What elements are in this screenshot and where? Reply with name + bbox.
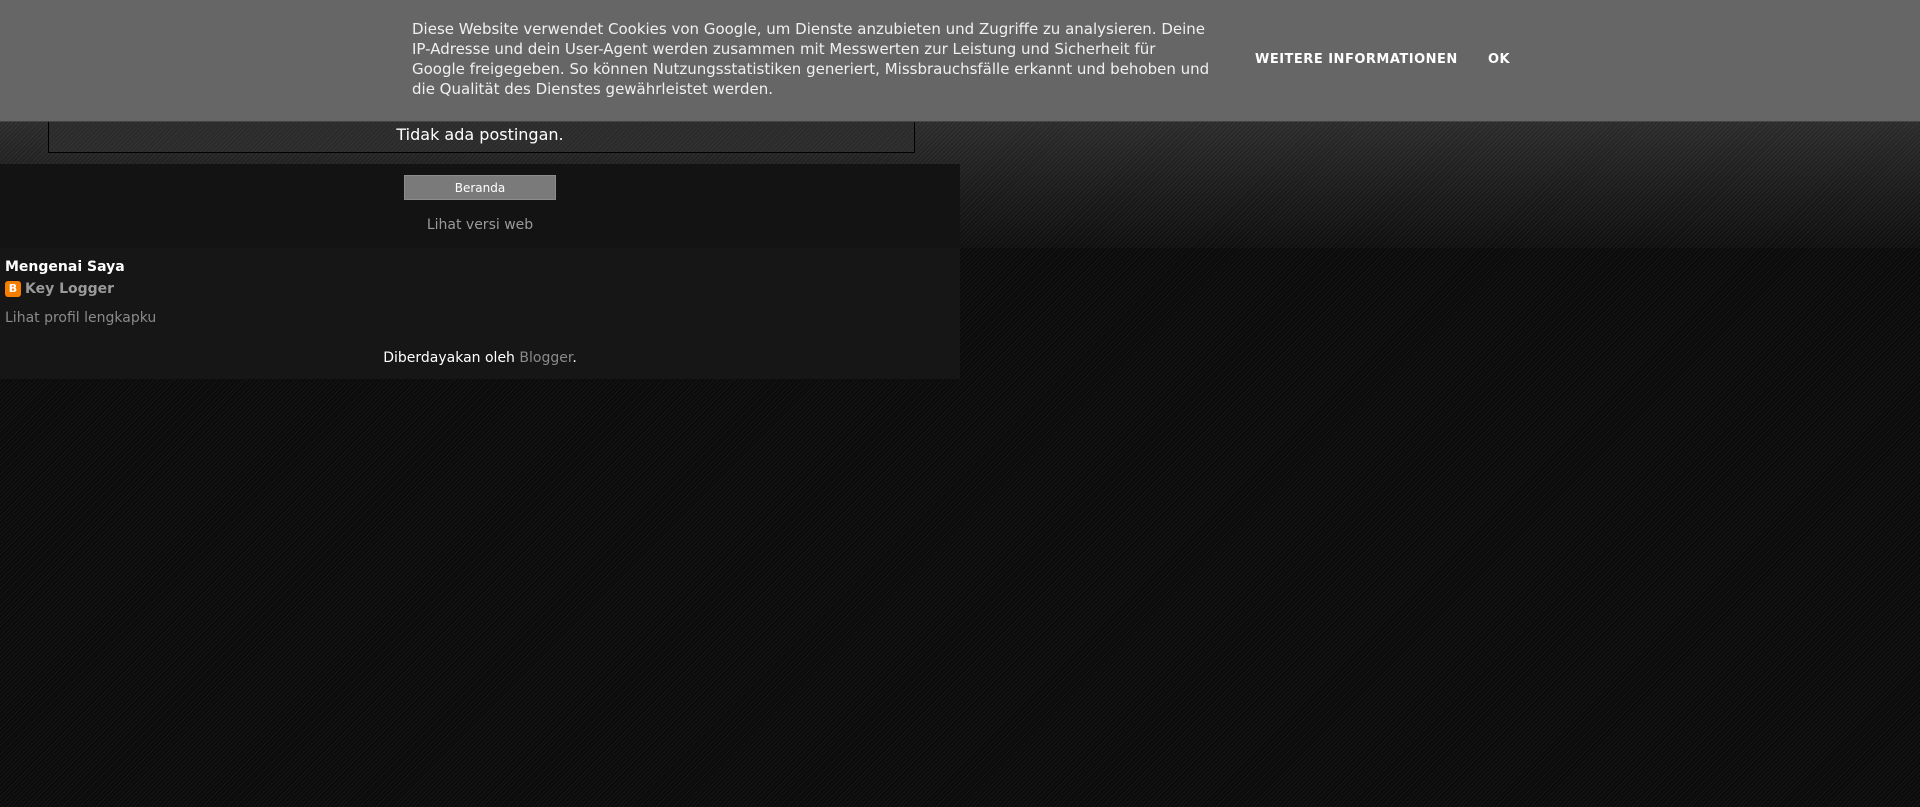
full-profile-link[interactable]: Lihat profil lengkapku — [5, 310, 156, 326]
cookie-notice-text: Diese Website verwendet Cookies von Goog… — [412, 20, 1210, 98]
profile-name-row: B Key Logger — [5, 281, 114, 297]
more-info-button[interactable]: WEITERE INFORMATIONEN — [1255, 52, 1458, 67]
web-version-link: Lihat versi web — [0, 217, 960, 233]
powered-by-prefix: Diberdayakan oleh — [383, 350, 520, 366]
profile-section: Mengenai Saya B Key Logger Lihat profil … — [0, 248, 960, 379]
profile-heading: Mengenai Saya — [5, 259, 125, 275]
powered-by-suffix: . — [572, 350, 577, 366]
ok-button[interactable]: OK — [1488, 52, 1510, 67]
blogger-link[interactable]: Blogger — [519, 350, 572, 366]
home-button[interactable]: Beranda — [404, 175, 556, 200]
blog-pager: Beranda Lihat versi web — [0, 164, 960, 248]
blogger-icon: B — [5, 281, 21, 297]
no-posts-message: Tidak ada postingan. — [396, 125, 564, 144]
web-version-link-text[interactable]: Lihat versi web — [427, 217, 533, 233]
cookie-banner: Diese Website verwendet Cookies von Goog… — [0, 0, 1920, 121]
powered-by: Diberdayakan oleh Blogger. — [0, 350, 960, 366]
profile-name-link[interactable]: Key Logger — [25, 281, 114, 297]
